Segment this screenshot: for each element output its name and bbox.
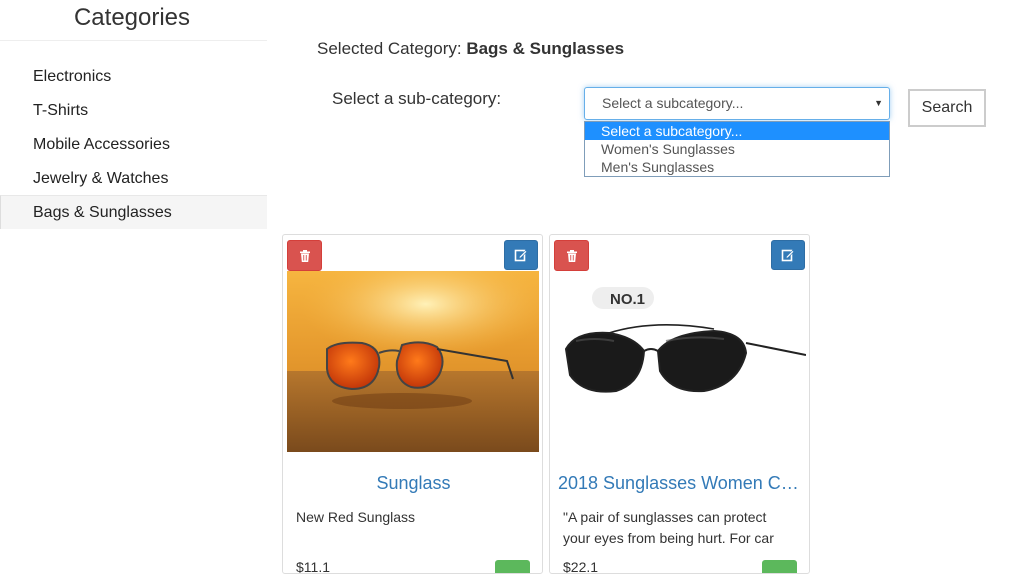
edit-icon [781, 249, 795, 262]
subcategory-option-mens[interactable]: Men's Sunglasses [585, 158, 889, 176]
selected-category-name: Bags & Sunglasses [466, 39, 625, 58]
product-price: $22.1 [563, 559, 599, 574]
product-image-red-sunglass[interactable] [287, 271, 539, 452]
product-card: NO.1 2018 Sunglasses Women Cat Eye Luxur… [549, 234, 810, 574]
sidebar-item-t-shirts[interactable]: T-Shirts [0, 94, 267, 128]
sidebar-item-mobile-accessories[interactable]: Mobile Accessories [0, 128, 267, 162]
sidebar-item-bags-sunglasses[interactable]: Bags & Sunglasses [0, 195, 267, 229]
delete-button[interactable] [287, 240, 322, 271]
category-sidebar: Categories Electronics T-Shirts Mobile A… [0, 0, 267, 565]
subcategory-select[interactable]: Select a subcategory... ▼ [584, 87, 890, 120]
product-price: $11.1 [296, 559, 330, 574]
sidebar-item-jewelry-watches[interactable]: Jewelry & Watches [0, 162, 267, 196]
sidebar-item-electronics[interactable]: Electronics [0, 60, 267, 94]
selected-category-prefix: Selected Category: [317, 39, 467, 58]
subcategory-option-default[interactable]: Select a subcategory... [585, 122, 889, 140]
sidebar-divider [0, 40, 267, 41]
trash-icon [566, 249, 577, 262]
sidebar-title: Categories [73, 4, 191, 31]
caret-down-icon: ▼ [874, 98, 883, 108]
subcategory-label: Select a sub-category: [332, 89, 502, 108]
product-card: Sunglass New Red Sunglass $11.1 [282, 234, 543, 574]
subcategory-option-womens[interactable]: Women's Sunglasses [585, 140, 889, 158]
product-description: "A pair of sunglasses can protect your e… [563, 509, 774, 546]
product-image-cat-eye-sunglasses[interactable]: NO.1 [554, 271, 806, 452]
edit-icon [514, 249, 528, 262]
add-to-cart-button[interactable] [495, 560, 530, 573]
delete-button[interactable] [554, 240, 589, 271]
selected-category-text: Selected Category: Bags & Sunglasses [317, 39, 624, 59]
subcategory-dropdown-list: Select a subcategory... Women's Sunglass… [584, 121, 890, 177]
edit-button[interactable] [504, 240, 538, 270]
trash-icon [299, 249, 310, 262]
add-to-cart-button[interactable] [762, 560, 797, 573]
subcategory-select-value: Select a subcategory... [602, 95, 744, 111]
product-title[interactable]: 2018 Sunglasses Women Cat Eye Luxury Bra… [558, 473, 803, 494]
product-badge-text: NO.1 [610, 291, 645, 308]
product-title[interactable]: Sunglass [291, 473, 536, 494]
search-button[interactable]: Search [908, 89, 986, 127]
edit-button[interactable] [771, 240, 805, 270]
product-description: New Red Sunglass [296, 509, 416, 525]
